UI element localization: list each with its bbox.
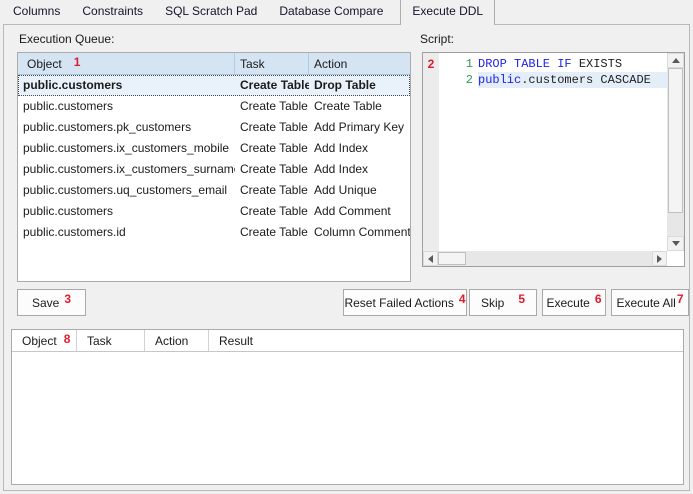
line-number: 1 <box>439 56 473 72</box>
scrollbar-corner <box>667 251 684 266</box>
save-button[interactable]: Save 3 <box>17 289 86 316</box>
queue-cell-task: Create Table <box>235 180 309 201</box>
queue-body: public.customersCreate TableDrop Tablepu… <box>18 75 410 243</box>
arrow-left-icon <box>428 255 433 263</box>
queue-cell-task: Create Table <box>235 222 309 243</box>
queue-row[interactable]: public.customers.pk_customersCreate Tabl… <box>18 117 410 138</box>
queue-cell-object: public.customers.ix_customers_mobile <box>18 138 235 159</box>
arrow-right-icon <box>657 255 662 263</box>
queue-cell-object: public.customers <box>18 75 235 96</box>
results-table: Object 8 Task Action Result <box>11 329 684 485</box>
queue-cell-action: Add Index <box>309 138 410 159</box>
queue-cell-object: public.customers.pk_customers <box>18 117 235 138</box>
queue-cell-object: public.customers.ix_customers_surname <box>18 159 235 180</box>
tab-execute-ddl[interactable]: Execute DDL <box>400 0 495 25</box>
line-number: 2 <box>439 72 473 88</box>
execute-all-button-label: Execute All <box>616 296 675 310</box>
arrow-up-icon <box>672 58 680 63</box>
queue-header: Object 1 Task Action <box>18 53 410 75</box>
annotation-3: 3 <box>64 292 71 306</box>
queue-header-action[interactable]: Action <box>309 53 410 74</box>
queue-row[interactable]: public.customers.ix_customers_surnameCre… <box>18 159 410 180</box>
results-header-action[interactable]: Action <box>145 330 209 351</box>
queue-header-task[interactable]: Task <box>235 53 309 74</box>
code-line: 1 DROP TABLE IF EXISTS <box>439 56 667 72</box>
skip-button[interactable]: Skip 5 <box>469 289 537 316</box>
skip-button-label: Skip <box>481 296 504 310</box>
code-area[interactable]: 1 DROP TABLE IF EXISTS 2 public.customers C… <box>439 53 667 251</box>
queue-cell-task: Create Table <box>235 138 309 159</box>
results-header-result[interactable]: Result <box>209 330 683 351</box>
save-button-label: Save <box>32 296 59 310</box>
annotation-5: 5 <box>518 292 525 306</box>
execute-button[interactable]: Execute 6 <box>542 289 606 316</box>
execution-queue-table: Object1 Task Action public.customersCrea… <box>17 52 411 282</box>
queue-cell-object: public.customers <box>18 201 235 222</box>
results-header-object[interactable]: Object 8 <box>12 330 77 351</box>
queue-cell-task: Create Table <box>235 159 309 180</box>
queue-cell-object: public.customers <box>18 96 235 117</box>
execute-all-button[interactable]: Execute All7 <box>611 289 689 316</box>
queue-row[interactable]: public.customers.uq_customers_emailCreat… <box>18 180 410 201</box>
script-vertical-scrollbar[interactable] <box>667 53 684 251</box>
annotation-2: 2 <box>428 57 435 71</box>
queue-cell-task: Create Table <box>235 201 309 222</box>
reset-failed-actions-label: Reset Failed Actions <box>344 296 453 310</box>
annotation-8: 8 <box>64 332 71 346</box>
queue-row[interactable]: public.customersCreate TableCreate Table <box>18 96 410 117</box>
script-gutter: 2 <box>423 53 439 251</box>
annotation-7: 7 <box>677 292 684 306</box>
execute-button-label: Execute <box>546 296 589 310</box>
vertical-scroll-thumb[interactable] <box>668 68 683 213</box>
code-text: DROP TABLE IF EXISTS <box>478 56 667 72</box>
execution-queue-label: Execution Queue: <box>19 32 114 46</box>
scroll-up-button[interactable] <box>667 53 684 68</box>
queue-cell-action: Column Comment <box>309 222 410 243</box>
tab-bar: ColumnsConstraintsSQL Scratch PadDatabas… <box>2 0 495 24</box>
code-text: public.customers CASCADE <box>478 72 667 88</box>
execute-ddl-panel: Execution Queue: Script: Object 1 Task Ac… <box>3 24 690 491</box>
script-label: Script: <box>420 32 454 46</box>
queue-cell-action: Add Index <box>309 159 410 180</box>
annotation-4: 4 <box>459 292 466 306</box>
queue-row[interactable]: public.customers.ix_customers_mobileCrea… <box>18 138 410 159</box>
queue-row[interactable]: public.customersCreate TableAdd Comment <box>18 201 410 222</box>
results-body <box>12 352 683 484</box>
queue-header-object[interactable]: Object 1 <box>18 53 235 74</box>
tab-columns[interactable]: Columns <box>2 0 71 24</box>
queue-cell-action: Drop Table <box>309 75 410 96</box>
script-editor[interactable]: 2 1 DROP TABLE IF EXISTS 2 public.customers… <box>422 52 685 267</box>
code-line: 2 public.customers CASCADE <box>439 72 667 88</box>
results-header-task[interactable]: Task <box>77 330 145 351</box>
queue-cell-object: public.customers.uq_customers_email <box>18 180 235 201</box>
queue-row[interactable]: public.customersCreate TableDrop Table <box>18 75 410 96</box>
scroll-down-button[interactable] <box>667 236 684 251</box>
queue-cell-object: public.customers.id <box>18 222 235 243</box>
queue-cell-task: Create Table <box>235 75 309 96</box>
queue-cell-task: Create Table <box>235 117 309 138</box>
results-header-object-label: Object <box>22 334 57 348</box>
reset-failed-actions-button[interactable]: Reset Failed Actions 4 <box>343 289 467 316</box>
scroll-left-button[interactable] <box>423 251 438 266</box>
arrow-down-icon <box>672 241 680 246</box>
results-header: Object 8 Task Action Result <box>12 330 683 352</box>
horizontal-scroll-thumb[interactable] <box>438 252 466 265</box>
annotation-1: 1 <box>74 55 81 69</box>
tab-sql-scratch-pad[interactable]: SQL Scratch Pad <box>154 0 268 24</box>
queue-cell-action: Add Unique <box>309 180 410 201</box>
annotation-6: 6 <box>595 292 602 306</box>
queue-cell-action: Create Table <box>309 96 410 117</box>
tab-constraints[interactable]: Constraints <box>71 0 154 24</box>
tab-database-compare[interactable]: Database Compare <box>268 0 394 24</box>
queue-cell-task: Create Table <box>235 96 309 117</box>
queue-cell-action: Add Comment <box>309 201 410 222</box>
queue-header-object-label: Object <box>27 57 62 71</box>
queue-row[interactable]: public.customers.idCreate TableColumn Co… <box>18 222 410 243</box>
script-horizontal-scrollbar[interactable] <box>423 251 667 266</box>
scroll-right-button[interactable] <box>652 251 667 266</box>
queue-cell-action: Add Primary Key <box>309 117 410 138</box>
